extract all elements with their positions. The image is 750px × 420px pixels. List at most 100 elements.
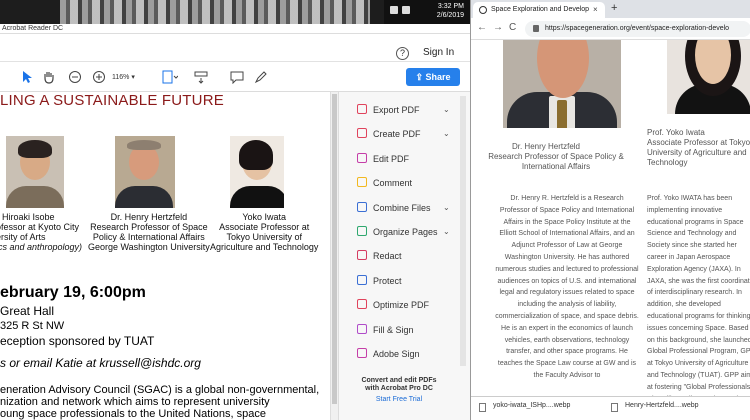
paragraph-line: eneration Advisory Council (SGAC) is a g… xyxy=(0,384,320,396)
forward-button[interactable]: → xyxy=(493,22,503,33)
screen: 3:32 PM 2/6/2019 Acrobat Reader DC ? Sig… xyxy=(0,0,750,420)
highlight-pen-icon[interactable] xyxy=(254,70,268,84)
speaker-line: ersity of Arts xyxy=(0,232,46,242)
tab-title: Space Exploration and Develop xyxy=(491,6,590,13)
tool-label: Redact xyxy=(373,251,402,262)
reload-button[interactable]: C xyxy=(509,22,516,33)
taskbar: 3:32 PM 2/6/2019 xyxy=(0,0,470,24)
pdf-scrollbar-thumb[interactable] xyxy=(332,94,337,404)
iwata-bio: Prof. Yoko IWATA has been implementing i… xyxy=(647,195,750,420)
tool-redact[interactable]: Redact xyxy=(357,248,402,264)
hertzfeld-bio: Dr. Henry R. Hertzfeld is a Research Pro… xyxy=(495,195,639,379)
browser-tab[interactable]: Space Exploration and Develop × xyxy=(473,2,605,18)
zoom-value: 116% xyxy=(112,74,130,81)
tab-close-icon[interactable]: × xyxy=(593,2,598,18)
file-icon xyxy=(611,403,618,412)
speaker-line: Policy & International Affairs xyxy=(92,232,205,242)
speaker-line: Associate Professor at xyxy=(219,222,310,232)
speaker-name: Hiroaki Isobe xyxy=(2,212,55,222)
chevron-down-icon[interactable]: ⌄ xyxy=(443,224,450,240)
tool-icon xyxy=(357,323,367,334)
scroll-mode-icon[interactable] xyxy=(194,70,208,84)
zoom-in-icon[interactable] xyxy=(92,70,106,84)
tool-edit-pdf[interactable]: Edit PDF xyxy=(357,151,409,167)
paragraph-line: nization and network which aims to repre… xyxy=(0,396,270,408)
tool-label: Comment xyxy=(373,178,413,189)
zoom-out-icon[interactable] xyxy=(68,70,82,84)
promo-line: Convert and edit PDFs xyxy=(361,377,437,384)
speaker-photo-hertzfeld xyxy=(115,136,175,208)
speaker-line: ics and anthropology) xyxy=(0,242,83,252)
lock-icon xyxy=(533,25,539,32)
tool-protect[interactable]: Protect xyxy=(357,273,402,289)
help-button[interactable]: ? xyxy=(396,47,409,60)
zoom-level-dropdown[interactable]: 116% ▾ xyxy=(112,71,152,84)
page-display-icon[interactable] xyxy=(162,70,178,84)
chevron-down-icon[interactable]: ⌄ xyxy=(443,102,450,118)
volume-icon[interactable] xyxy=(402,6,410,14)
tool-label: Create PDF xyxy=(373,129,421,140)
chevron-down-icon[interactable]: ⌄ xyxy=(443,200,450,216)
speaker-line: Research Professor of Space xyxy=(90,222,208,232)
event-rsvp: s or email Katie at krussell@ishdc.org xyxy=(0,356,201,370)
tool-adobe-sign[interactable]: Adobe Sign xyxy=(357,346,420,362)
back-button[interactable]: ← xyxy=(477,22,487,33)
taskbar-thumbnail-strip[interactable] xyxy=(60,0,370,24)
speaker-line: ofessor at Kyoto City xyxy=(0,222,80,232)
promo-line: with Acrobat Pro DC xyxy=(365,385,433,392)
new-tab-button[interactable]: + xyxy=(611,2,617,14)
tool-label: Optimize PDF xyxy=(373,300,430,311)
tool-fill-sign[interactable]: Fill & Sign xyxy=(357,322,414,338)
acrobat-window: 3:32 PM 2/6/2019 Acrobat Reader DC ? Sig… xyxy=(0,0,470,420)
speaker-caption-iwata: Yoko Iwata Associate Professor at Tokyo … xyxy=(210,212,318,252)
tool-combine-files[interactable]: Combine Files ⌄ xyxy=(357,200,450,216)
tool-label: Export PDF xyxy=(373,105,420,115)
clock-time: 3:32 PM xyxy=(437,3,464,10)
tool-label: Organize Pages xyxy=(373,227,438,237)
event-address: 325 R St NW xyxy=(0,320,65,332)
speaker-name: Yoko Iwata xyxy=(242,212,287,222)
tools-scrollbar[interactable] xyxy=(460,96,466,366)
comment-icon[interactable] xyxy=(230,70,244,84)
start-free-trial-link[interactable]: Start Free Trial xyxy=(343,396,455,403)
download-item[interactable]: yoko-iwata_ISHp....webp xyxy=(493,402,570,409)
tool-optimize-pdf[interactable]: Optimize PDF xyxy=(357,297,429,313)
speaker-photo-iwata xyxy=(230,136,284,208)
download-item[interactable]: Henry-Hertzfeld....webp xyxy=(625,402,699,409)
pdf-scrollbar[interactable] xyxy=(330,92,338,420)
tool-icon xyxy=(357,128,367,139)
pdf-title: LING A SUSTAINABLE FUTURE xyxy=(0,92,224,109)
file-icon xyxy=(479,403,486,412)
speaker-name: Dr. Henry Hertzfeld xyxy=(110,212,188,222)
share-button[interactable]: ⇪ Share xyxy=(406,68,460,86)
clock[interactable]: 3:32 PM 2/6/2019 xyxy=(437,2,464,20)
tool-create-pdf[interactable]: Create PDF ⌄ xyxy=(357,126,450,142)
system-tray: 3:32 PM 2/6/2019 xyxy=(384,0,470,24)
speaker-line: Tokyo University of xyxy=(226,232,302,242)
hand-tool-icon[interactable] xyxy=(42,70,56,84)
address-bar[interactable]: https://spacegeneration.org/event/space-… xyxy=(525,21,750,37)
tool-organize-pages[interactable]: Organize Pages ⌄ xyxy=(357,224,450,240)
tool-label: Fill & Sign xyxy=(373,324,414,335)
tool-icon xyxy=(357,104,367,114)
browser-window: Space Exploration and Develop × + ← → C … xyxy=(470,0,750,420)
tool-comment[interactable]: Comment xyxy=(357,175,412,191)
network-icon[interactable] xyxy=(390,6,398,14)
speaker-photo-isobe xyxy=(6,136,64,208)
speaker-caption-isobe: Hiroaki Isobe ofessor at Kyoto City ersi… xyxy=(0,212,82,252)
tool-icon xyxy=(357,201,367,212)
select-tool-icon[interactable] xyxy=(22,70,32,84)
tool-icon xyxy=(357,226,367,236)
iwata-name: Prof. Yoko Iwata xyxy=(647,128,705,137)
chevron-down-icon[interactable]: ⌄ xyxy=(443,126,450,142)
sign-in-button[interactable]: Sign In xyxy=(423,47,454,58)
tool-icon xyxy=(357,348,367,358)
iwata-photo xyxy=(667,40,750,114)
clock-date: 2/6/2019 xyxy=(436,12,464,19)
tool-export-pdf[interactable]: Export PDF ⌄ xyxy=(357,102,450,118)
acrobat-titlebar: Acrobat Reader DC xyxy=(0,24,470,34)
sgac-paragraph: eneration Advisory Council (SGAC) is a g… xyxy=(0,384,330,420)
acrobat-pro-promo: Convert and edit PDFs with Acrobat Pro D… xyxy=(343,377,455,393)
paragraph-line: oung space professionals to the United N… xyxy=(0,408,266,420)
tool-icon xyxy=(357,177,367,188)
